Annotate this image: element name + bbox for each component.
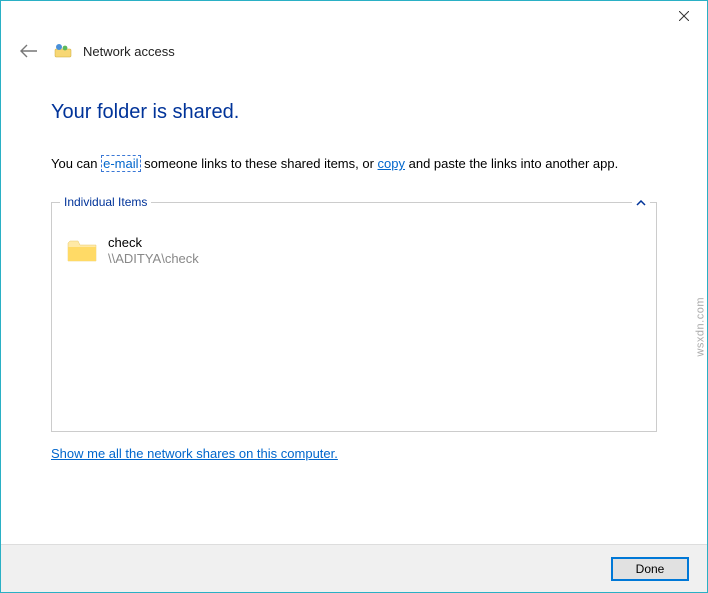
close-icon [679, 11, 689, 21]
individual-items-group: Individual Items check \\ADITYA\check [51, 202, 657, 432]
close-button[interactable] [661, 1, 707, 31]
folder-icon [66, 237, 98, 265]
email-link[interactable]: e-mail [101, 155, 140, 172]
item-name: check [108, 235, 199, 252]
network-access-icon [53, 41, 73, 61]
arrow-left-icon [20, 44, 38, 58]
page-heading: Your folder is shared. [51, 101, 657, 124]
groupbox-legend: Individual Items [60, 195, 151, 209]
collapse-button[interactable] [632, 195, 650, 211]
watermark: wsxdn.com [695, 297, 707, 357]
window-title: Network access [83, 44, 175, 59]
done-button[interactable]: Done [611, 557, 689, 581]
show-all-shares-link[interactable]: Show me all the network shares on this c… [51, 446, 338, 461]
chevron-up-icon [636, 200, 646, 206]
body-text: You can e-mail someone links to these sh… [51, 154, 657, 174]
shared-item[interactable]: check \\ADITYA\check [66, 231, 642, 273]
copy-link[interactable]: copy [378, 156, 405, 171]
item-path: \\ADITYA\check [108, 251, 199, 268]
button-bar: Done [1, 544, 707, 592]
back-button[interactable] [19, 41, 39, 61]
